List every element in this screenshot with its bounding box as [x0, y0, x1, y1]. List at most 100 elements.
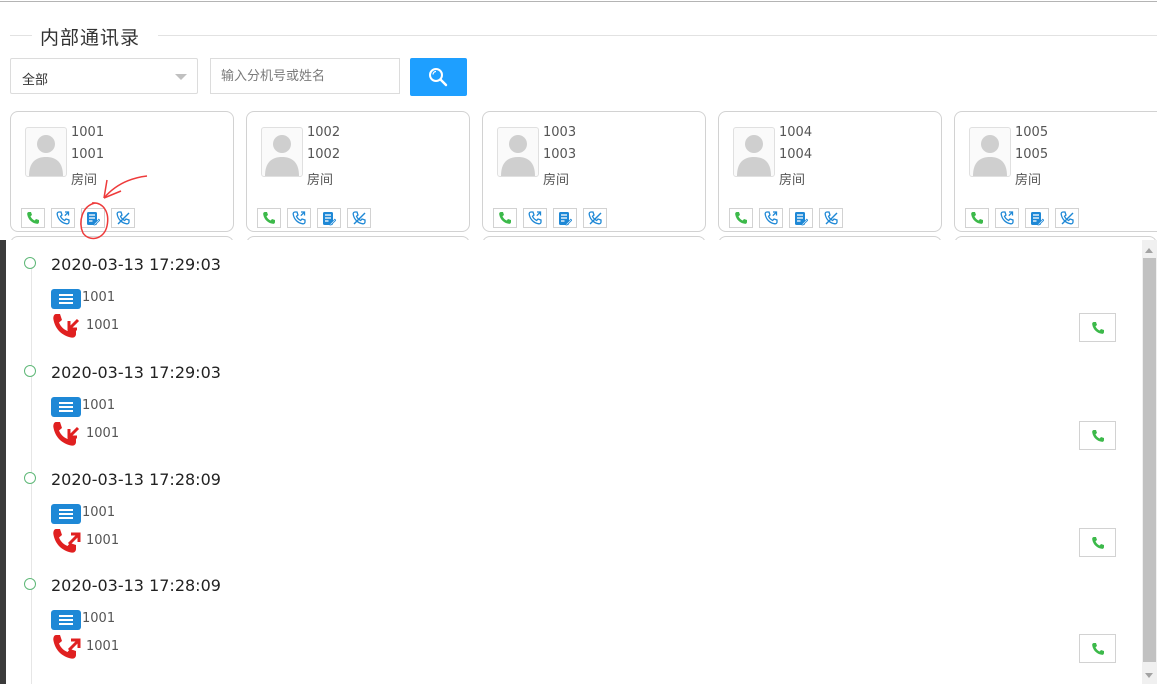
call-extension: 1001 [82, 505, 116, 520]
call-button[interactable] [257, 208, 281, 228]
timeline-dot [24, 365, 36, 377]
callback-button[interactable] [759, 208, 783, 228]
contact-extension: 1005 [1015, 125, 1049, 140]
history-icon [87, 211, 100, 225]
department-select[interactable]: 全部 [10, 58, 198, 94]
contact-room: 房间 [1015, 173, 1042, 188]
incoming-call-icon [53, 422, 80, 446]
outgoing-call-icon [53, 635, 81, 659]
scroll-thumb[interactable] [1143, 258, 1156, 662]
call-direction [51, 527, 81, 557]
phone-icon [27, 212, 39, 224]
call-button[interactable] [729, 208, 753, 228]
history-entry: 2020-03-13 17:28:09 1001 1001 [0, 458, 1140, 558]
call-history-button[interactable] [553, 208, 577, 228]
avatar [261, 127, 303, 177]
phone-icon [1091, 536, 1104, 549]
phone-icon [735, 212, 747, 224]
callback-button[interactable] [523, 208, 547, 228]
scroll-up-arrow-icon[interactable] [1145, 248, 1153, 253]
callback-icon [528, 211, 542, 225]
transfer-button[interactable] [583, 208, 607, 228]
transfer-button[interactable] [819, 208, 843, 228]
callback-icon [292, 211, 306, 225]
call-time: 2020-03-13 17:29:03 [51, 363, 221, 382]
call-time: 2020-03-13 17:28:09 [51, 576, 221, 595]
search-button[interactable] [410, 58, 467, 96]
search-icon [429, 68, 448, 87]
history-entry: 2020-03-13 17:29:03 1001 1001 [0, 243, 1140, 343]
redial-button[interactable] [1079, 528, 1116, 557]
contact-actions [493, 208, 607, 228]
callback-button[interactable] [51, 208, 75, 228]
call-extension: 1001 [82, 611, 116, 626]
call-button[interactable] [493, 208, 517, 228]
contact-actions [21, 208, 135, 228]
contact-actions [257, 208, 371, 228]
list-icon [51, 397, 81, 417]
call-time: 2020-03-13 17:29:03 [51, 255, 221, 274]
chevron-down-icon [175, 74, 187, 80]
call-direction [51, 312, 81, 342]
transfer-icon [588, 211, 602, 225]
header-rule-right [158, 35, 1157, 36]
transfer-button[interactable] [1055, 208, 1079, 228]
list-icon [51, 289, 81, 309]
redial-button[interactable] [1079, 421, 1116, 450]
callback-button[interactable] [995, 208, 1019, 228]
call-number: 1001 [86, 426, 120, 441]
redial-button[interactable] [1079, 634, 1116, 663]
avatar [25, 127, 67, 177]
call-button[interactable] [21, 208, 45, 228]
section-header: 内部通讯录 [10, 23, 1157, 49]
avatar-icon [265, 135, 299, 176]
scrollbar[interactable] [1142, 240, 1157, 684]
contact-extension: 1001 [71, 125, 105, 140]
contact-card[interactable]: 1003 1003 房间 [482, 111, 706, 232]
avatar-icon [501, 135, 535, 176]
contact-card[interactable]: 1004 1004 房间 [718, 111, 942, 232]
callback-icon [764, 211, 778, 225]
avatar-icon [737, 135, 771, 176]
call-extension: 1001 [82, 398, 116, 413]
incoming-call-icon [53, 314, 80, 338]
timeline-dot [24, 472, 36, 484]
call-history-button[interactable] [81, 208, 105, 228]
transfer-button[interactable] [111, 208, 135, 228]
phone-icon [499, 212, 511, 224]
contact-room: 房间 [71, 173, 98, 188]
scroll-down-arrow-icon[interactable] [1145, 673, 1153, 678]
phone-icon [1091, 642, 1104, 655]
transfer-button[interactable] [347, 208, 371, 228]
history-entry: 2020-03-13 17:28:09 1001 1001 [0, 564, 1140, 664]
call-number: 1001 [86, 639, 120, 654]
contact-card[interactable]: 1002 1002 房间 [246, 111, 470, 232]
contact-room: 房间 [543, 173, 570, 188]
transfer-icon [352, 211, 366, 225]
call-time: 2020-03-13 17:28:09 [51, 470, 221, 489]
contact-extension: 1002 [307, 125, 341, 140]
call-button[interactable] [965, 208, 989, 228]
call-number: 1001 [86, 533, 120, 548]
call-history-button[interactable] [789, 208, 813, 228]
top-divider [0, 1, 1157, 2]
contact-card[interactable]: 1001 1001 房间 [10, 111, 234, 232]
call-number: 1001 [86, 318, 120, 333]
call-history-button[interactable] [317, 208, 341, 228]
phone-icon [1091, 321, 1104, 334]
callback-icon [1000, 211, 1014, 225]
search-input[interactable] [210, 58, 400, 94]
contact-actions [729, 208, 843, 228]
history-icon [323, 211, 336, 225]
contact-extension: 1003 [543, 125, 577, 140]
list-icon [51, 610, 81, 630]
contact-actions [965, 208, 1079, 228]
page-title: 内部通讯录 [40, 27, 141, 49]
call-extension: 1001 [82, 290, 116, 305]
transfer-icon [1060, 211, 1074, 225]
call-history-button[interactable] [1025, 208, 1049, 228]
callback-button[interactable] [287, 208, 311, 228]
redial-button[interactable] [1079, 313, 1116, 342]
contact-card[interactable]: 1005 1005 房间 [954, 111, 1157, 232]
call-direction [51, 633, 81, 663]
